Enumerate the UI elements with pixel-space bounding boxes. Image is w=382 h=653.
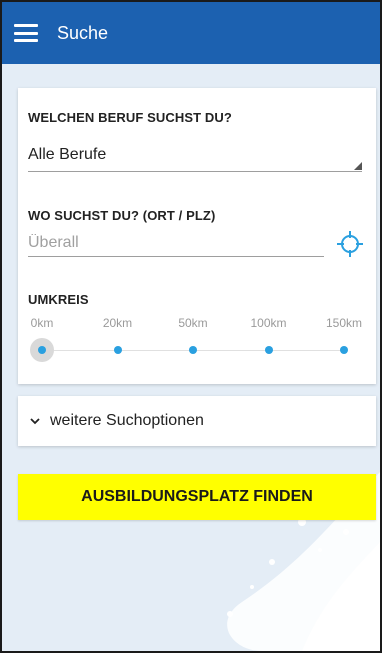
radius-stop-0[interactable] bbox=[38, 346, 46, 354]
radius-tick-20: 20km bbox=[102, 316, 133, 330]
phone-screen: Suche WELCHEN BERUF SUCHST DU? Alle Beru… bbox=[0, 0, 382, 653]
radius-label: UMKREIS bbox=[28, 292, 89, 307]
radius-stop-100[interactable] bbox=[264, 346, 273, 354]
menu-icon[interactable] bbox=[14, 24, 38, 42]
profession-select[interactable]: Alle Berufe bbox=[28, 146, 106, 164]
radius-stop-150[interactable] bbox=[340, 346, 348, 354]
page-title: Suche bbox=[57, 22, 109, 43]
radius-tick-0: 0km bbox=[30, 316, 54, 330]
radius-tick-150: 150km bbox=[325, 316, 363, 330]
radius-tick-50: 50km bbox=[178, 316, 208, 330]
profession-label: WELCHEN BERUF SUCHST DU? bbox=[28, 110, 232, 125]
crosshair-icon[interactable] bbox=[336, 230, 364, 258]
profession-select-underline bbox=[28, 171, 362, 172]
app-bar: Suche bbox=[2, 2, 380, 64]
more-options-label: weitere Suchoptionen bbox=[50, 412, 204, 429]
find-apprenticeship-button[interactable]: AUSBILDUNGSPLATZ FINDEN bbox=[18, 474, 376, 520]
radius-stop-20[interactable] bbox=[113, 346, 122, 354]
location-label: WO SUCHST DU? (ORT / PLZ) bbox=[28, 208, 216, 223]
location-input[interactable] bbox=[28, 230, 324, 257]
dropdown-triangle-icon[interactable] bbox=[354, 162, 362, 170]
chevron-down-icon bbox=[30, 418, 40, 425]
radius-stop-50[interactable] bbox=[189, 346, 197, 354]
search-form-card: WELCHEN BERUF SUCHST DU? Alle Berufe WO … bbox=[18, 88, 376, 384]
more-options-toggle[interactable]: weitere Suchoptionen bbox=[18, 396, 376, 446]
radius-tick-100: 100km bbox=[250, 316, 287, 330]
